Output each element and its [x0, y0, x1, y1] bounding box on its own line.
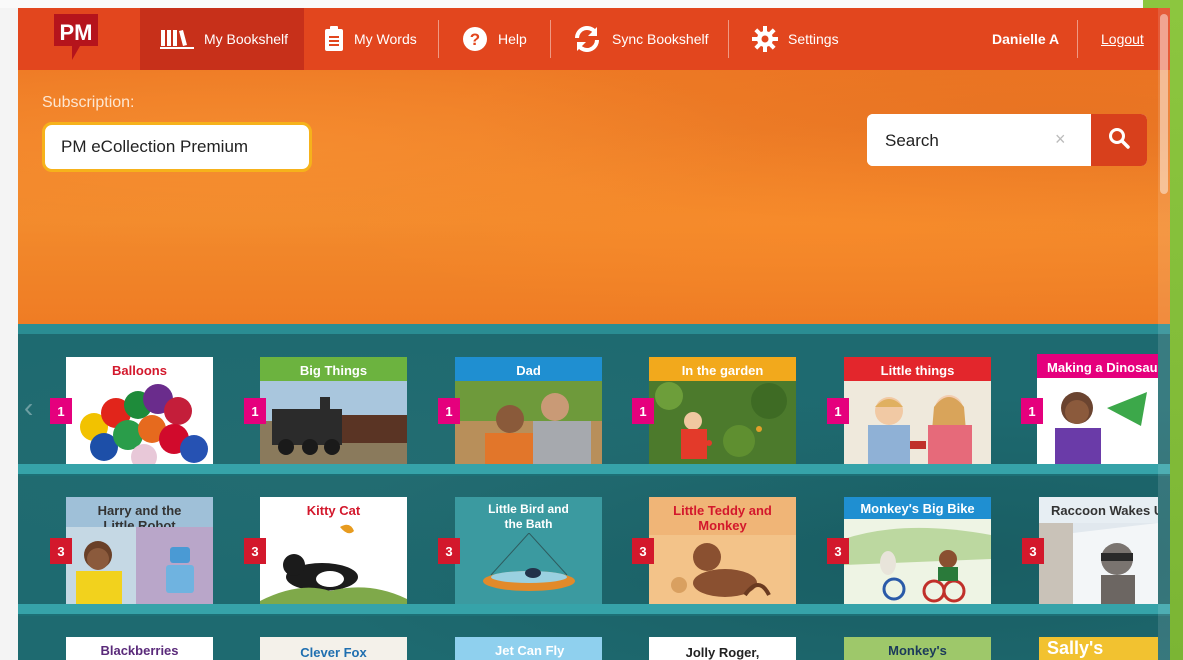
book-dad[interactable]: Dad: [455, 357, 602, 464]
nav-label: Help: [498, 31, 527, 47]
clear-icon[interactable]: ×: [1055, 129, 1066, 150]
level-badge: 1: [632, 398, 654, 424]
nav-label: My Words: [354, 31, 417, 47]
level-badge: 3: [244, 538, 266, 564]
chevron-right-icon[interactable]: ›: [1146, 392, 1155, 424]
book-monkeys[interactable]: Monkey's: [844, 637, 991, 660]
clipboard-icon: [324, 26, 344, 52]
nav-help[interactable]: ? Help: [462, 8, 527, 70]
level-badge: 1: [827, 398, 849, 424]
search-input[interactable]: [867, 114, 1109, 166]
book-big-things[interactable]: Big Things: [260, 357, 407, 464]
nav-label: My Bookshelf: [204, 31, 289, 47]
subscription-select[interactable]: PM eCollection Premium: [42, 122, 312, 172]
book-jolly-roger[interactable]: Jolly Roger,: [649, 637, 796, 660]
book-making-a-dinosaur[interactable]: Making a Dinosaur: [1037, 354, 1158, 464]
level-badge: 3: [438, 538, 460, 564]
gear-icon: [752, 26, 778, 52]
nav-my-words[interactable]: My Words: [324, 8, 417, 70]
book-monkeys-big-bike[interactable]: Monkey's Big Bike: [844, 497, 991, 604]
search-box: ×: [867, 114, 1147, 166]
books-icon: [160, 28, 194, 50]
svg-text:?: ?: [470, 30, 480, 49]
nav-sync-bookshelf[interactable]: Sync Bookshelf: [572, 8, 709, 70]
level-badge: 1: [438, 398, 460, 424]
bookshelf: Balloons 1 Big Things 1 Dad 1 In the gar…: [18, 324, 1170, 660]
level-badge: 1: [50, 398, 72, 424]
top-nav: PM My Bookshelf My Words ? Help Sync Boo…: [18, 8, 1170, 70]
svg-text:PM: PM: [60, 20, 93, 45]
book-little-teddy-and-monkey[interactable]: Little Teddy and Monkey: [649, 497, 796, 604]
chevron-left-icon[interactable]: ‹: [24, 392, 33, 424]
nav-settings[interactable]: Settings: [752, 8, 839, 70]
nav-label: Sync Bookshelf: [612, 31, 709, 47]
level-badge: 3: [50, 538, 72, 564]
pm-logo[interactable]: PM: [50, 14, 102, 62]
nav-label: Settings: [788, 31, 839, 47]
scrollbar[interactable]: [1158, 8, 1170, 660]
book-in-the-garden[interactable]: In the garden: [649, 357, 796, 464]
book-raccoon-wakes-up[interactable]: Raccoon Wakes Up: [1039, 497, 1158, 604]
scrollbar-thumb[interactable]: [1160, 14, 1168, 194]
level-badge: 3: [632, 538, 654, 564]
book-little-things[interactable]: Little things: [844, 357, 991, 464]
level-badge: 3: [827, 538, 849, 564]
search-button[interactable]: [1091, 114, 1147, 166]
question-icon: ?: [462, 26, 488, 52]
logout-link[interactable]: Logout: [1101, 8, 1144, 70]
subscription-label: Subscription:: [42, 94, 135, 111]
sync-icon: [572, 25, 602, 53]
book-little-bird-and-the-bath[interactable]: Little Bird and the Bath: [455, 497, 602, 604]
nav-my-bookshelf[interactable]: My Bookshelf: [140, 8, 304, 70]
level-badge: 1: [1021, 398, 1043, 424]
app-window: PM My Bookshelf My Words ? Help Sync Boo…: [18, 8, 1170, 660]
book-clever-fox[interactable]: Clever Fox: [260, 637, 407, 660]
book-sallys[interactable]: Sally's: [1039, 637, 1158, 660]
book-harry-and-the-little-robot[interactable]: Harry and the Little Robot: [66, 497, 213, 604]
user-name: Danielle A: [992, 31, 1060, 47]
level-badge: 3: [1022, 538, 1044, 564]
hero-banner: Subscription: PM eCollection Premium ×: [18, 70, 1170, 324]
search-icon: [1108, 127, 1130, 154]
level-badge: 1: [244, 398, 266, 424]
book-blackberries[interactable]: Blackberries: [66, 637, 213, 660]
subscription-value: PM eCollection Premium: [61, 137, 249, 156]
book-kitty-cat[interactable]: Kitty Cat: [260, 497, 407, 604]
book-balloons[interactable]: Balloons: [66, 357, 213, 464]
book-jet-can-fly[interactable]: Jet Can Fly: [455, 637, 602, 660]
